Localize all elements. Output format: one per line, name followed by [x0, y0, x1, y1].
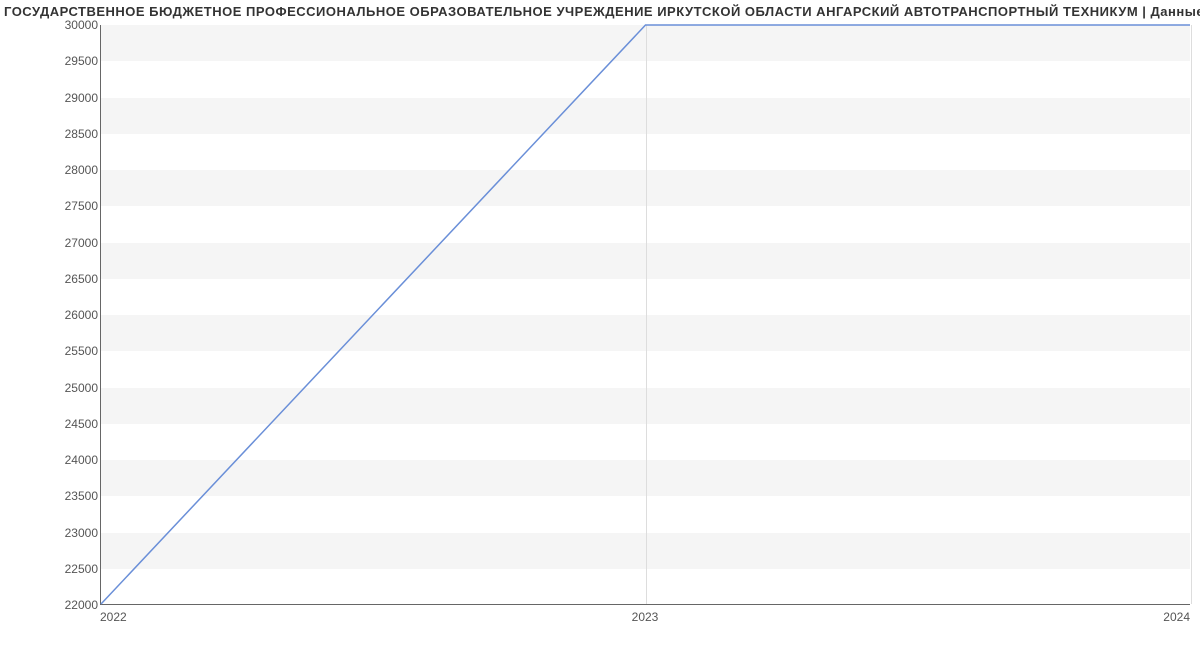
x-tick-label: 2024	[1163, 610, 1190, 624]
x-tick-label: 2023	[632, 610, 659, 624]
y-tick-label: 27000	[38, 236, 98, 250]
y-tick-label: 22000	[38, 598, 98, 612]
y-tick-label: 26000	[38, 308, 98, 322]
y-tick-label: 25000	[38, 381, 98, 395]
y-tick-label: 25500	[38, 344, 98, 358]
y-tick-label: 30000	[38, 18, 98, 32]
x-tick-label: 2022	[100, 610, 127, 624]
chart-container: 22000 22500 23000 23500 24000 24500 25000 25500…	[0, 20, 1200, 635]
data-line	[101, 25, 1190, 604]
y-tick-label: 22500	[38, 562, 98, 576]
y-tick-label: 26500	[38, 272, 98, 286]
y-tick-label: 29500	[38, 54, 98, 68]
y-tick-label: 24000	[38, 453, 98, 467]
plot-area	[100, 25, 1190, 605]
page-title: ГОСУДАРСТВЕННОЕ БЮДЖЕТНОЕ ПРОФЕССИОНАЛЬН…	[0, 0, 1200, 19]
y-tick-label: 28000	[38, 163, 98, 177]
y-tick-label: 29000	[38, 91, 98, 105]
y-tick-label: 28500	[38, 127, 98, 141]
y-tick-label: 23000	[38, 526, 98, 540]
y-tick-label: 23500	[38, 489, 98, 503]
y-tick-label: 24500	[38, 417, 98, 431]
gridline-vertical	[1191, 25, 1192, 604]
y-tick-label: 27500	[38, 199, 98, 213]
